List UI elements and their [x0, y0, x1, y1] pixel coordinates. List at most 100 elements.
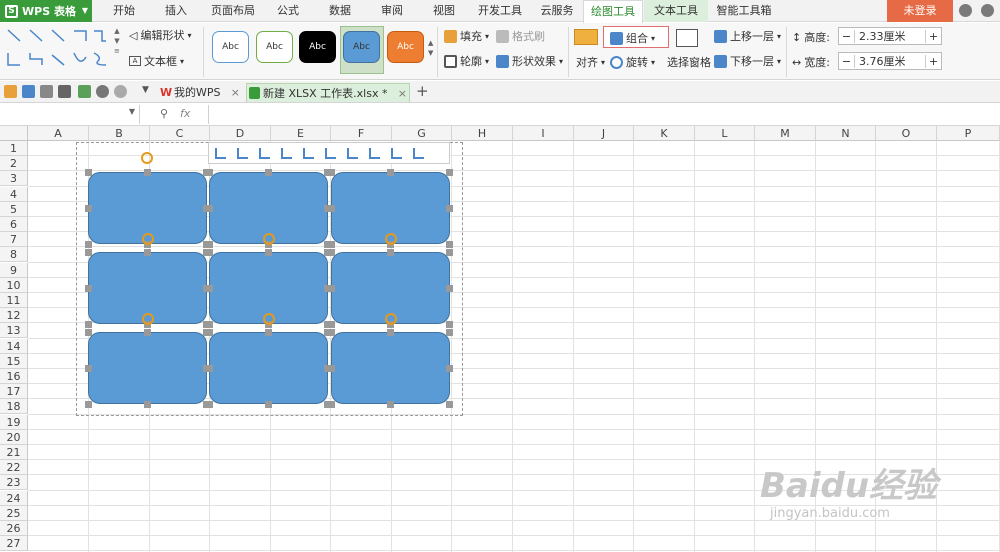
resize-handle[interactable] [328, 329, 335, 336]
style-more-icon[interactable]: ▲ ▼ [428, 39, 433, 57]
column-header-p[interactable]: P [937, 126, 1000, 141]
resize-handle[interactable] [446, 285, 453, 292]
column-header-j[interactable]: J [574, 126, 634, 141]
resize-handle[interactable] [206, 321, 213, 328]
height-field[interactable]: − 2.33厘米 + [838, 27, 942, 45]
height-decrement[interactable]: − [839, 29, 855, 43]
resize-handle[interactable] [265, 401, 272, 408]
resize-handle[interactable] [85, 401, 92, 408]
tab-smart-toolbox[interactable]: 智能工具箱 [712, 0, 776, 22]
distribute-vertical-icon[interactable] [385, 145, 407, 161]
tab-formula[interactable]: 公式 [272, 0, 304, 22]
text-box-button[interactable]: A 文本框 ▾ [129, 53, 184, 69]
width-field[interactable]: − 3.76厘米 + [838, 52, 942, 70]
resize-handle[interactable] [446, 249, 453, 256]
align-button[interactable]: 对齐 ▾ [576, 54, 605, 70]
resize-handle[interactable] [387, 401, 394, 408]
adjust-rotate-handle-icon[interactable] [263, 313, 275, 325]
open-icon[interactable] [4, 85, 17, 98]
close-icon[interactable]: × [231, 83, 240, 102]
resize-handle[interactable] [387, 169, 394, 176]
row-header-11[interactable]: 11 [0, 293, 28, 308]
resize-handle[interactable] [446, 241, 453, 248]
column-header-m[interactable]: M [755, 126, 816, 141]
formula-input[interactable] [208, 105, 1000, 124]
align-right-icon[interactable] [253, 145, 275, 161]
print-icon[interactable] [58, 85, 71, 98]
app-menu-button[interactable]: S WPS 表格 ▼ [0, 0, 92, 22]
row-header-26[interactable]: 26 [0, 521, 28, 536]
column-header-d[interactable]: D [210, 126, 271, 141]
export-pdf-icon[interactable] [78, 85, 91, 98]
adjust-rotate-handle-icon[interactable] [263, 233, 275, 245]
fit-size-icon[interactable] [407, 145, 429, 161]
align-top-icon[interactable] [275, 145, 297, 161]
style-preset-5[interactable]: Abc [387, 31, 424, 63]
align-icon[interactable] [574, 29, 598, 45]
column-header-c[interactable]: C [150, 126, 210, 141]
resize-handle[interactable] [206, 205, 213, 212]
distribute-vertical-left-icon[interactable] [363, 145, 385, 161]
width-value[interactable]: 3.76厘米 [855, 53, 925, 69]
print-preview-icon[interactable] [40, 85, 53, 98]
width-decrement[interactable]: − [839, 54, 855, 68]
column-header-b[interactable]: B [89, 126, 150, 141]
resize-handle[interactable] [265, 329, 272, 336]
gallery-scroll-icon[interactable]: ▲ ▼ ≡ [114, 27, 120, 55]
tab-start[interactable]: 开始 [108, 0, 140, 22]
style-preset-1[interactable]: Abc [212, 31, 249, 63]
resize-handle[interactable] [85, 329, 92, 336]
resize-handle[interactable] [328, 365, 335, 372]
resize-handle[interactable] [85, 285, 92, 292]
resize-handle[interactable] [85, 321, 92, 328]
column-header-n[interactable]: N [816, 126, 876, 141]
rounded-rectangle-shape-9[interactable] [331, 332, 450, 404]
adjust-rotate-handle-icon[interactable] [385, 313, 397, 325]
fill-button[interactable]: 填充 ▾ [444, 28, 489, 44]
style-preset-4[interactable]: Abc [343, 31, 380, 63]
column-header-i[interactable]: I [513, 126, 574, 141]
resize-handle[interactable] [206, 241, 213, 248]
tab-cloud[interactable]: 云服务 [535, 0, 579, 22]
row-header-16[interactable]: 16 [0, 369, 28, 384]
resize-handle[interactable] [446, 365, 453, 372]
resize-handle[interactable] [144, 401, 151, 408]
resize-handle[interactable] [85, 249, 92, 256]
row-header-13[interactable]: 13 [0, 323, 28, 339]
resize-handle[interactable] [85, 205, 92, 212]
column-header-a[interactable]: A [28, 126, 89, 141]
row-header-20[interactable]: 20 [0, 429, 28, 445]
row-header-27[interactable]: 27 [0, 536, 28, 552]
group-rotate-handle-icon[interactable] [141, 152, 153, 164]
resize-handle[interactable] [206, 169, 213, 176]
bring-forward-button[interactable]: 上移一层 ▾ [714, 28, 781, 44]
tab-page-layout[interactable]: 页面布局 [207, 0, 259, 22]
resize-handle[interactable] [328, 285, 335, 292]
row-header-25[interactable]: 25 [0, 505, 28, 521]
resize-handle[interactable] [206, 285, 213, 292]
tab-review[interactable]: 审阅 [376, 0, 408, 22]
shape-effect-button[interactable]: 形状效果 ▾ [496, 53, 563, 69]
resize-handle[interactable] [387, 329, 394, 336]
save-icon[interactable] [22, 85, 35, 98]
resize-handle[interactable] [446, 169, 453, 176]
row-header-5[interactable]: 5 [0, 201, 28, 217]
row-header-14[interactable]: 14 [0, 338, 28, 354]
column-header-e[interactable]: E [271, 126, 331, 141]
resize-handle[interactable] [85, 241, 92, 248]
resize-handle[interactable] [328, 249, 335, 256]
edit-shape-button[interactable]: ◁ 编辑形状 ▾ [129, 27, 191, 43]
height-value[interactable]: 2.33厘米 [855, 28, 925, 44]
resize-handle[interactable] [446, 329, 453, 336]
resize-handle[interactable] [446, 205, 453, 212]
column-header-g[interactable]: G [392, 126, 452, 141]
row-header-4[interactable]: 4 [0, 186, 28, 202]
tab-data[interactable]: 数据 [324, 0, 356, 22]
resize-handle[interactable] [446, 321, 453, 328]
new-tab-plus-icon[interactable]: + [416, 82, 429, 100]
resize-handle[interactable] [144, 249, 151, 256]
resize-handle[interactable] [328, 205, 335, 212]
width-increment[interactable]: + [925, 54, 941, 68]
row-header-6[interactable]: 6 [0, 217, 28, 232]
column-header-k[interactable]: K [634, 126, 695, 141]
